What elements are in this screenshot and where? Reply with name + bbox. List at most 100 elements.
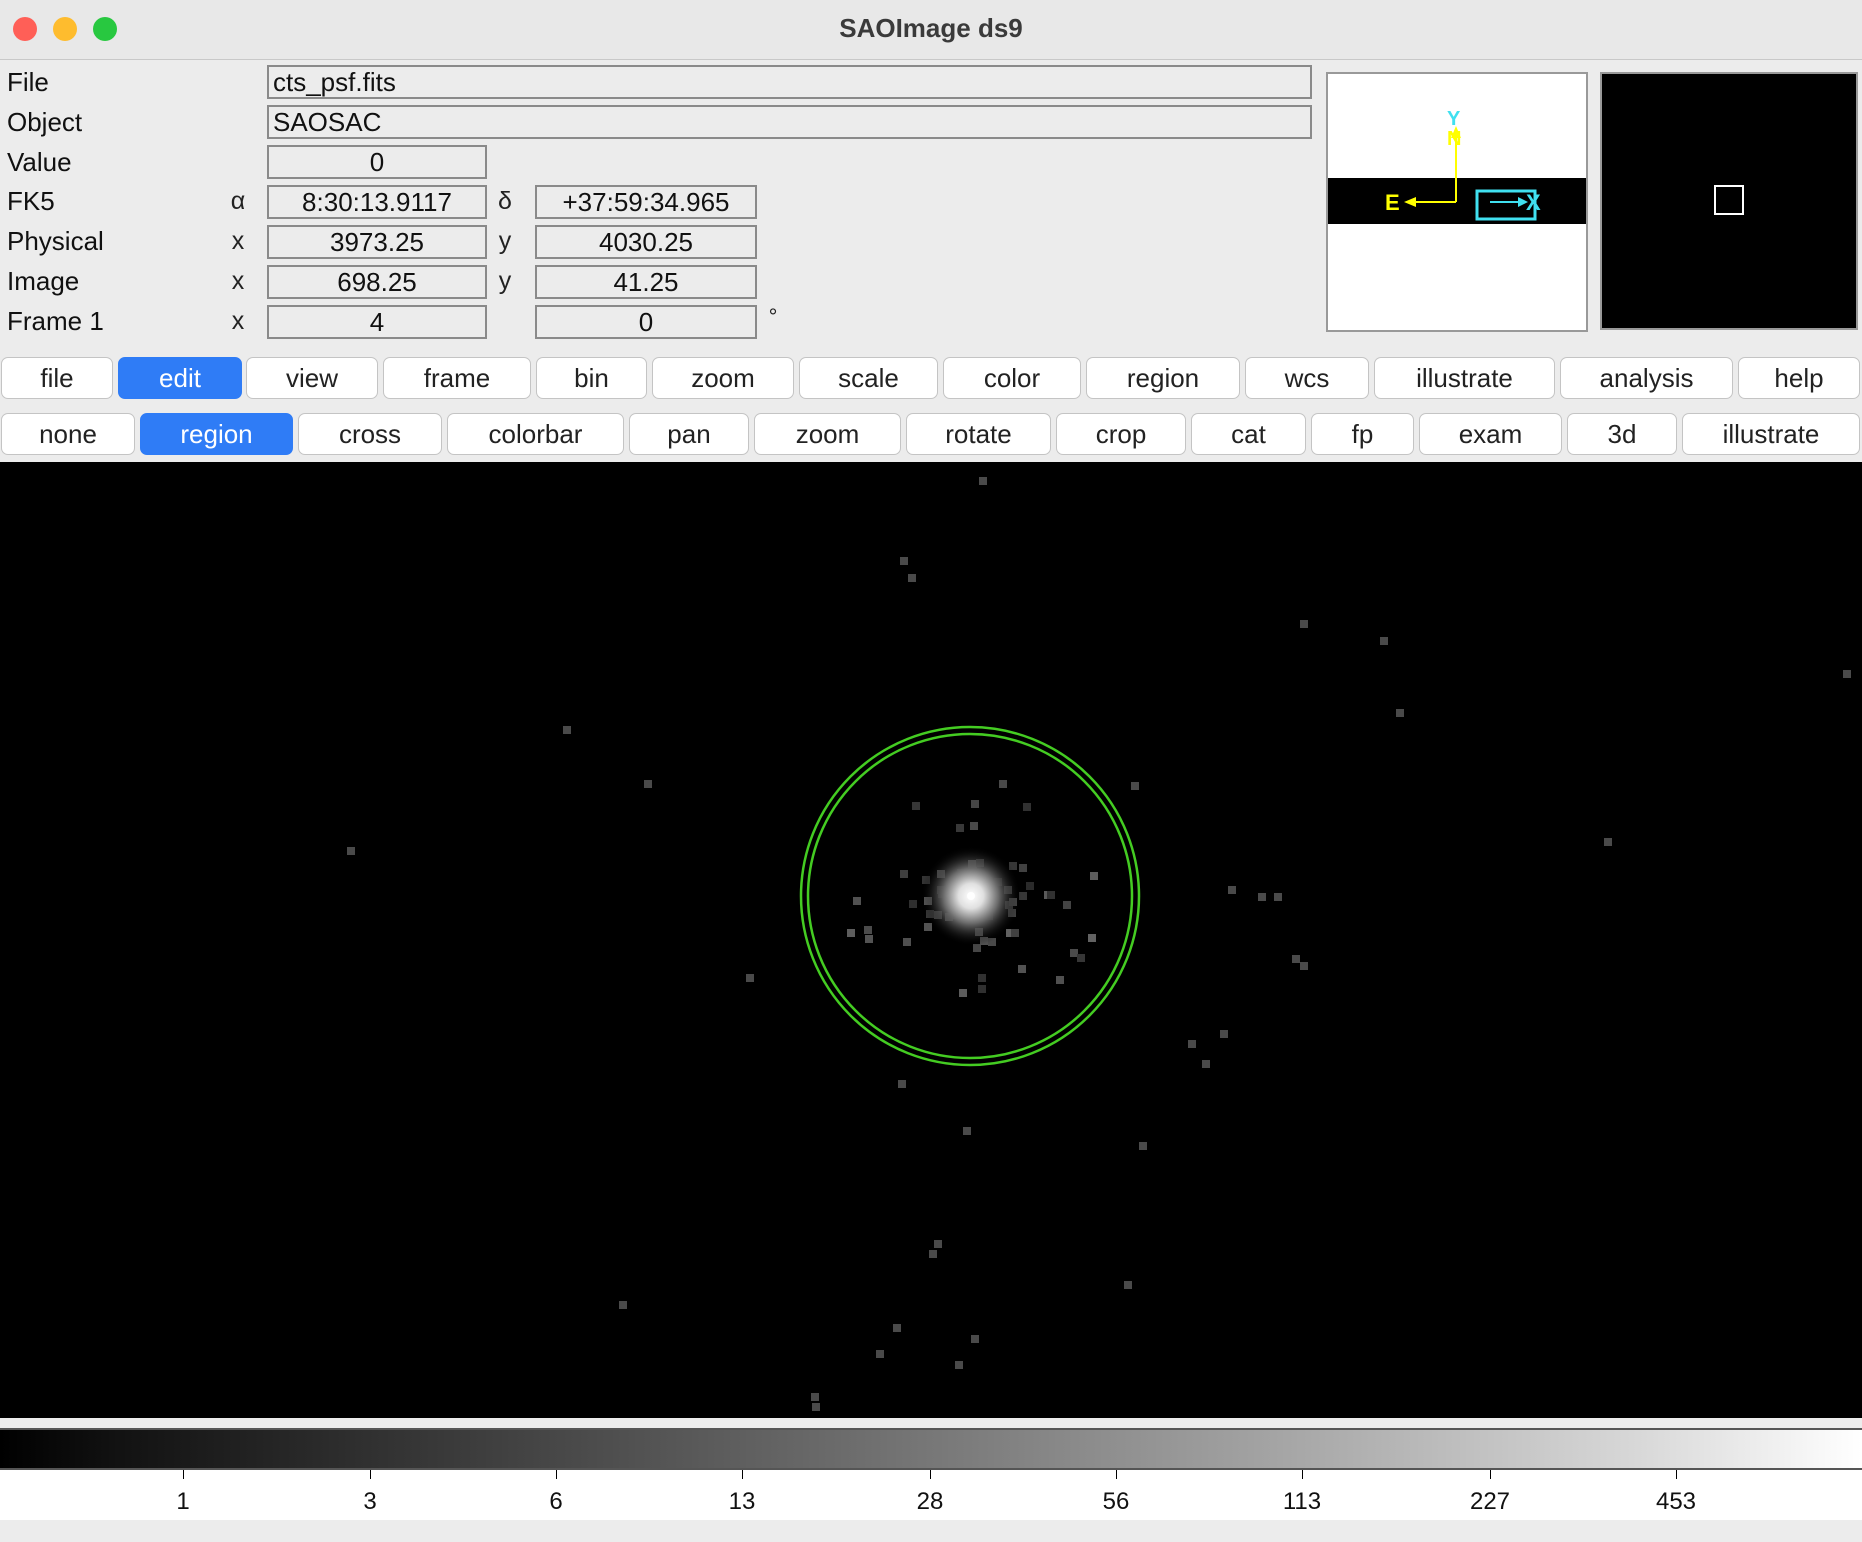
window-title: SAOImage ds9 xyxy=(839,13,1023,43)
mode-exam-button[interactable]: exam xyxy=(1419,413,1562,455)
colorbar-tick xyxy=(556,1470,557,1479)
menu-frame-button[interactable]: frame xyxy=(383,357,531,399)
colorbar-ticks: 1 3 6 13 28 56 113 227 453 xyxy=(0,1470,1862,1520)
event-pixel xyxy=(978,974,986,982)
object-field: SAOSAC xyxy=(267,105,1312,139)
magnifier-n-label: N xyxy=(1447,128,1462,150)
event-pixel xyxy=(1077,954,1085,962)
frame-zoom-field: 4 xyxy=(267,305,487,339)
menu-help-button[interactable]: help xyxy=(1738,357,1860,399)
event-pixel xyxy=(1396,709,1404,717)
mode-crop-button[interactable]: crop xyxy=(1056,413,1186,455)
event-pixel xyxy=(1258,893,1266,901)
colorbar-label-3: 3 xyxy=(363,1488,377,1515)
event-pixel xyxy=(812,1403,820,1411)
image-x-symbol: x xyxy=(231,267,245,295)
event-pixel xyxy=(644,780,652,788)
mode-rotate-button[interactable]: rotate xyxy=(906,413,1051,455)
menu-zoom-button[interactable]: zoom xyxy=(652,357,794,399)
alpha-symbol: α xyxy=(230,187,246,215)
mode-none-button[interactable]: none xyxy=(1,413,135,455)
event-pixel xyxy=(934,1240,942,1248)
mode-3d-button[interactable]: 3d xyxy=(1567,413,1677,455)
background-events xyxy=(347,477,1851,1411)
mode-pan-button[interactable]: pan xyxy=(629,413,749,455)
edit-mode-button-bar: none region cross colorbar pan zoom rota… xyxy=(0,413,1862,459)
event-pixel xyxy=(1220,1030,1228,1038)
event-pixel xyxy=(912,802,920,810)
event-pixel xyxy=(847,929,855,937)
colorbar-tick xyxy=(930,1470,931,1479)
image-label: Image xyxy=(7,266,80,296)
colorbar-tick xyxy=(1490,1470,1491,1479)
image-canvas[interactable] xyxy=(0,462,1862,1418)
magnifier-panel: Y N E X xyxy=(1326,72,1588,332)
event-pixel xyxy=(1202,1060,1210,1068)
degree-symbol: ° xyxy=(768,304,778,329)
colorbar-label-56: 56 xyxy=(1102,1488,1130,1515)
colorbar-tick xyxy=(1302,1470,1303,1479)
panner-bbox[interactable] xyxy=(1714,185,1744,215)
menu-illustrate-button[interactable]: illustrate xyxy=(1374,357,1555,399)
menu-bin-button[interactable]: bin xyxy=(536,357,647,399)
main-button-bar: file edit view frame bin zoom scale colo… xyxy=(0,357,1862,403)
mode-fp-button[interactable]: fp xyxy=(1311,413,1414,455)
menu-analysis-button[interactable]: analysis xyxy=(1560,357,1733,399)
menu-wcs-button[interactable]: wcs xyxy=(1245,357,1369,399)
mode-zoom-button[interactable]: zoom xyxy=(754,413,901,455)
panner-panel[interactable] xyxy=(1600,72,1858,330)
mode-cross-button[interactable]: cross xyxy=(298,413,442,455)
colorbar-label-453: 453 xyxy=(1655,1488,1697,1515)
menu-edit-button[interactable]: edit xyxy=(118,357,242,399)
menu-region-button[interactable]: region xyxy=(1086,357,1240,399)
delta-symbol: δ xyxy=(498,187,512,215)
event-pixel xyxy=(971,800,979,808)
fk5-label: FK5 xyxy=(7,186,55,216)
colorbar-label-227: 227 xyxy=(1469,1488,1511,1515)
window-bottom-edge xyxy=(0,1520,1862,1542)
event-pixel xyxy=(893,1324,901,1332)
colorbar[interactable] xyxy=(0,1428,1862,1470)
colorbar-label-1: 1 xyxy=(176,1488,190,1515)
event-pixel xyxy=(1090,872,1098,880)
mode-illustrate-button[interactable]: illustrate xyxy=(1682,413,1860,455)
colorbar-label-6: 6 xyxy=(549,1488,563,1515)
menu-file-button[interactable]: file xyxy=(1,357,113,399)
image-display[interactable] xyxy=(0,462,1862,1418)
object-label: Object xyxy=(7,107,83,137)
value-label: Value xyxy=(7,147,72,177)
event-pixel xyxy=(1047,891,1055,899)
event-pixel xyxy=(1188,1040,1196,1048)
event-pixel xyxy=(746,974,754,982)
event-pixel xyxy=(1011,929,1019,937)
event-pixel xyxy=(1274,893,1282,901)
frame-angle-field: 0 xyxy=(535,305,757,339)
frame-x-symbol: x xyxy=(231,307,245,335)
event-pixel xyxy=(978,985,986,993)
event-pixel xyxy=(1019,864,1027,872)
event-pixel xyxy=(563,726,571,734)
event-pixel xyxy=(1056,976,1064,984)
event-pixel xyxy=(1300,962,1308,970)
event-pixel xyxy=(1131,782,1139,790)
magnifier-x-label: X xyxy=(1526,190,1541,215)
event-pixel xyxy=(1604,838,1612,846)
menu-scale-button[interactable]: scale xyxy=(799,357,938,399)
event-pixel xyxy=(900,870,908,878)
event-pixel xyxy=(959,989,967,997)
menu-color-button[interactable]: color xyxy=(943,357,1081,399)
file-field: cts_psf.fits xyxy=(267,65,1312,99)
physical-y-symbol: y xyxy=(498,227,512,255)
colorbar-tick xyxy=(1116,1470,1117,1479)
event-pixel xyxy=(347,847,355,855)
mode-cat-button[interactable]: cat xyxy=(1191,413,1306,455)
event-pixel xyxy=(970,822,978,830)
event-pixel xyxy=(929,1250,937,1258)
event-pixel xyxy=(1843,670,1851,678)
mode-region-button[interactable]: region xyxy=(140,413,293,455)
event-pixel xyxy=(1026,882,1034,890)
physical-label: Physical xyxy=(7,226,104,256)
event-pixel xyxy=(999,780,1007,788)
mode-colorbar-button[interactable]: colorbar xyxy=(447,413,624,455)
menu-view-button[interactable]: view xyxy=(246,357,378,399)
